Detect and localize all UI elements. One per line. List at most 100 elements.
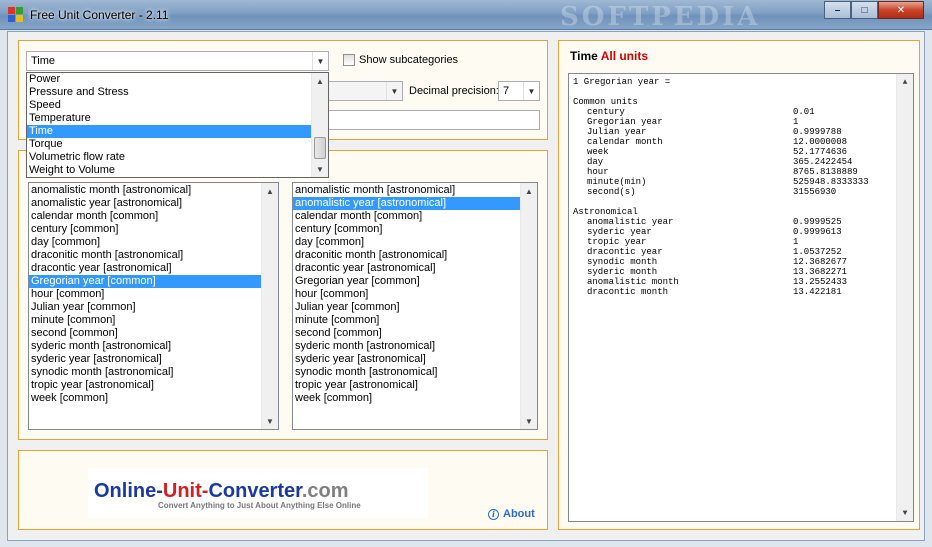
results-row: synodic month 12.3682677	[587, 257, 848, 267]
info-icon: i	[488, 508, 499, 520]
minimize-button[interactable]: –	[824, 1, 851, 19]
results-row: week 52.1774636	[587, 147, 848, 157]
logo-text-unit: Unit-	[162, 480, 209, 502]
dropdown-item[interactable]: Weight to Volume	[27, 164, 311, 177]
scroll-up-icon[interactable]: ▲	[897, 74, 913, 90]
from-unit-item[interactable]: anomalistic year [astronomical]	[29, 197, 261, 210]
dropdown-item[interactable]: Pressure and Stress	[27, 86, 311, 99]
chevron-down-icon[interactable]: ▼	[312, 52, 328, 70]
title-bar[interactable]: Free Unit Converter - 2.11 SOFTPEDIA – □…	[0, 0, 932, 32]
maximize-button[interactable]: □	[851, 1, 878, 19]
from-unit-item[interactable]: syderic year [astronomical]	[29, 353, 261, 366]
to-unit-item[interactable]: calendar month [common]	[293, 210, 520, 223]
to-unit-item[interactable]: week [common]	[293, 392, 520, 405]
to-list-scrollbar[interactable]: ▲ ▼	[520, 183, 537, 429]
from-unit-item[interactable]: synodic month [astronomical]	[29, 366, 261, 379]
results-row: anomalistic year 0.9999525	[587, 217, 842, 227]
online-unit-converter-logo[interactable]: Online-Unit-Converter.com Convert Anythi…	[88, 468, 428, 518]
from-unit-item[interactable]: day [common]	[29, 236, 261, 249]
scroll-up-icon[interactable]: ▲	[521, 183, 537, 199]
from-unit-item[interactable]: tropic year [astronomical]	[29, 379, 261, 392]
to-unit-item[interactable]: day [common]	[293, 236, 520, 249]
to-unit-item[interactable]: synodic month [astronomical]	[293, 366, 520, 379]
about-label: About	[503, 508, 535, 520]
logo-text-online: Online-	[94, 480, 163, 502]
results-section-title: Common units	[573, 97, 638, 107]
dropdown-scrollbar[interactable]: ▲ ▼	[311, 73, 328, 177]
scroll-down-icon[interactable]: ▼	[897, 505, 913, 521]
scroll-up-icon[interactable]: ▲	[312, 73, 328, 89]
to-unit-item[interactable]: Julian year [common]	[293, 301, 520, 314]
from-unit-item[interactable]: century [common]	[29, 223, 261, 236]
category-dropdown-list[interactable]: Power Pressure and Stress Speed Temperature…	[26, 72, 329, 178]
chevron-down-icon[interactable]: ▼	[523, 82, 539, 100]
results-textbox[interactable]: 1 Gregorian year = Common units century 0.0…	[568, 73, 914, 522]
dropdown-item[interactable]: Power	[27, 73, 311, 86]
to-unit-item[interactable]: Gregorian year [common]	[293, 275, 520, 288]
results-scrollbar[interactable]: ▲ ▼	[896, 74, 913, 521]
from-unit-item[interactable]: second [common]	[29, 327, 261, 340]
from-list-scrollbar[interactable]: ▲ ▼	[261, 183, 278, 429]
to-unit-item[interactable]: anomalistic month [astronomical]	[293, 184, 520, 197]
results-section-title: Astronomical	[573, 207, 638, 217]
results-row: dracontic year 1.0537252	[587, 247, 842, 257]
scrollbar-thumb[interactable]	[314, 137, 326, 159]
results-title: Time All units	[570, 49, 648, 63]
from-unit-item[interactable]: draconitic month [astronomical]	[29, 249, 261, 262]
dropdown-item[interactable]: Time	[27, 125, 311, 138]
precision-combobox[interactable]: 7 ▼	[498, 81, 540, 101]
results-all-units: All units	[600, 49, 649, 63]
precision-value: 7	[503, 85, 510, 97]
from-units-list[interactable]: anomalistic month [astronomical] anomalis…	[28, 182, 279, 430]
from-unit-item[interactable]: dracontic year [astronomical]	[29, 262, 261, 275]
from-unit-item[interactable]: anomalistic month [astronomical]	[29, 184, 261, 197]
scroll-down-icon[interactable]: ▼	[521, 413, 537, 429]
to-unit-item[interactable]: minute [common]	[293, 314, 520, 327]
close-button[interactable]: ✕	[878, 1, 924, 19]
to-unit-item[interactable]: century [common]	[293, 223, 520, 236]
show-subcategories-label: Show subcategories	[359, 54, 459, 66]
from-unit-item[interactable]: syderic month [astronomical]	[29, 340, 261, 353]
category-selected: Time	[31, 55, 56, 67]
to-unit-item[interactable]: anomalistic year [astronomical]	[293, 197, 520, 210]
results-row: century 0.01	[587, 107, 815, 117]
logo-text-com: .com	[301, 480, 349, 502]
scroll-down-icon[interactable]: ▼	[262, 413, 278, 429]
results-row: hour 8765.8138889	[587, 167, 858, 177]
to-unit-item[interactable]: hour [common]	[293, 288, 520, 301]
to-unit-item[interactable]: syderic year [astronomical]	[293, 353, 520, 366]
dropdown-item[interactable]: Torque	[27, 138, 311, 151]
from-unit-item[interactable]: hour [common]	[29, 288, 261, 301]
to-unit-item[interactable]: second [common]	[293, 327, 520, 340]
to-unit-item[interactable]: dracontic year [astronomical]	[293, 262, 520, 275]
to-units-list[interactable]: anomalistic month [astronomical] anomalis…	[292, 182, 538, 430]
from-unit-item[interactable]: week [common]	[29, 392, 261, 405]
from-unit-item[interactable]: calendar month [common]	[29, 210, 261, 223]
scroll-down-icon[interactable]: ▼	[312, 161, 328, 177]
chevron-down-icon[interactable]: ▼	[386, 82, 402, 100]
to-unit-item[interactable]: draconitic month [astronomical]	[293, 249, 520, 262]
value-input[interactable]: ar	[310, 110, 540, 130]
category-combobox[interactable]: Time ▼	[26, 51, 329, 71]
about-link[interactable]: i About	[488, 508, 535, 520]
to-unit-item[interactable]: syderic month [astronomical]	[293, 340, 520, 353]
window-title: Free Unit Converter - 2.11	[30, 8, 169, 22]
show-subcategories-checkbox[interactable]	[343, 54, 355, 66]
from-unit-item[interactable]: Gregorian year [common]	[29, 275, 261, 288]
results-row: syderic year 0.9999613	[587, 227, 842, 237]
results-row: calendar month 12.0000008	[587, 137, 848, 147]
from-unit-item[interactable]: minute [common]	[29, 314, 261, 327]
results-row: dracontic month 13.422181	[587, 287, 842, 297]
to-unit-item[interactable]: tropic year [astronomical]	[293, 379, 520, 392]
results-row: day 365.2422454	[587, 157, 853, 167]
dropdown-item[interactable]: Speed	[27, 99, 311, 112]
logo-text-converter: Converter	[208, 480, 302, 502]
results-row: syderic month 13.3682271	[587, 267, 848, 277]
results-row: anomalistic month 13.2552433	[587, 277, 848, 287]
dropdown-item[interactable]: Volumetric flow rate	[27, 151, 311, 164]
results-row: Julian year 0.9999788	[587, 127, 842, 137]
scroll-up-icon[interactable]: ▲	[262, 183, 278, 199]
from-unit-item[interactable]: Julian year [common]	[29, 301, 261, 314]
dropdown-item[interactable]: Temperature	[27, 112, 311, 125]
results-row: tropic year 1	[587, 237, 799, 247]
